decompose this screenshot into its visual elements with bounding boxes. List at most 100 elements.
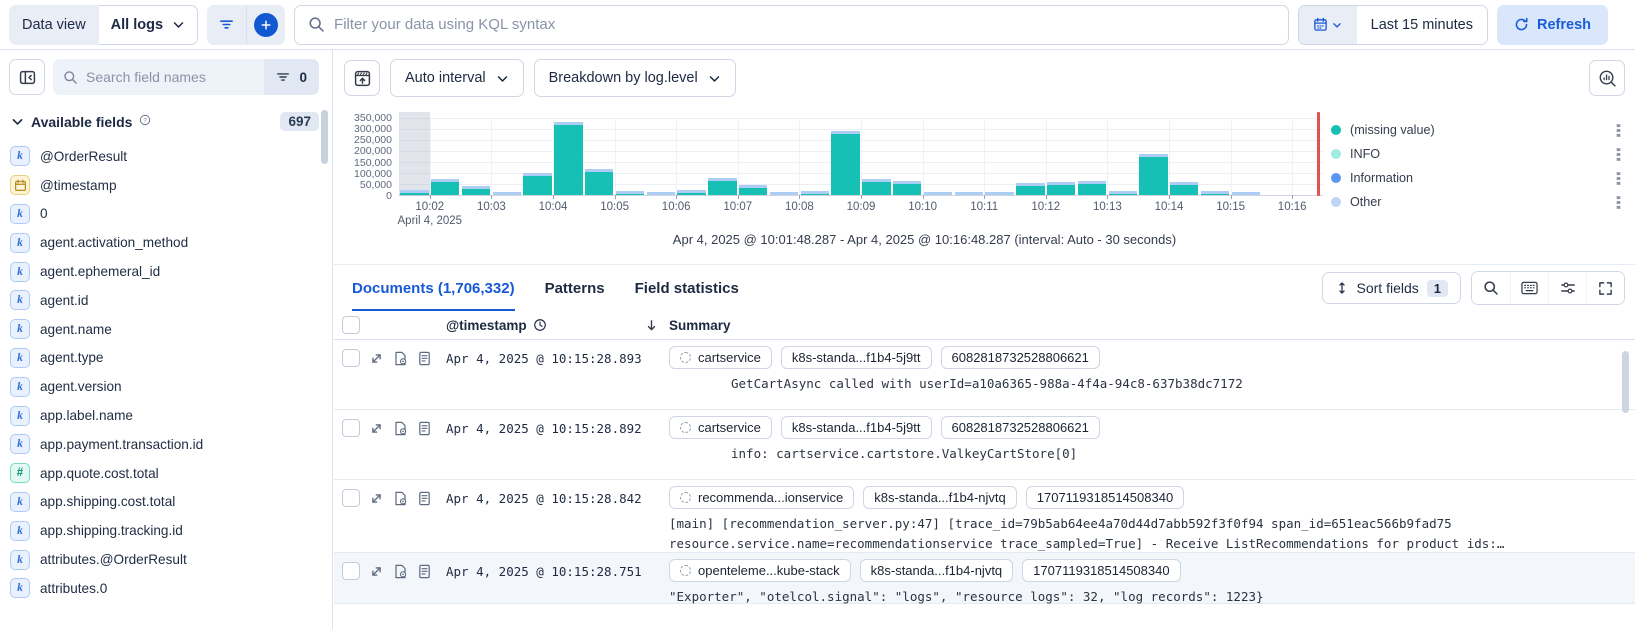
expand-document-icon[interactable] [369, 564, 384, 579]
kql-search-bar[interactable] [294, 5, 1289, 45]
summary-badge[interactable]: k8s-standa...f1b4-5j9tt [781, 346, 932, 369]
field-item[interactable]: # app.quote.cost.total [10, 459, 318, 488]
fullscreen-icon[interactable] [1586, 272, 1624, 304]
row-checkbox[interactable] [342, 419, 360, 437]
doc-viewer-icon[interactable] [417, 421, 432, 436]
histogram-bar[interactable] [739, 185, 767, 195]
histogram-bar[interactable] [431, 179, 459, 196]
histogram-bar[interactable] [862, 179, 890, 196]
field-search-input[interactable] [86, 69, 256, 85]
field-item[interactable]: k 0 [10, 200, 318, 229]
histogram-bar[interactable] [1139, 154, 1167, 195]
document-row[interactable]: Apr 4, 2025 @ 10:15:28.893 cartservicek8… [334, 340, 1635, 410]
field-filter-control[interactable]: 0 [264, 59, 319, 95]
keyboard-icon[interactable] [1510, 272, 1548, 304]
summary-badge[interactable]: 1707119318514508340 [1026, 486, 1184, 509]
doc-viewer-icon[interactable] [417, 491, 432, 506]
refresh-button[interactable]: Refresh [1497, 5, 1608, 45]
tab-patterns[interactable]: Patterns [545, 265, 605, 311]
breakdown-dropdown[interactable]: Breakdown by log.level [534, 59, 736, 97]
legend-actions-icon[interactable] [1614, 147, 1623, 162]
histogram-bar[interactable] [616, 191, 644, 195]
field-item[interactable]: k agent.id [10, 286, 318, 315]
histogram-bar[interactable] [1232, 192, 1260, 195]
summary-badge[interactable]: 6082818732528806621 [941, 346, 1100, 369]
summary-badge[interactable]: k8s-standa...f1b4-njvtq [863, 486, 1017, 509]
degraded-doc-icon[interactable] [393, 491, 408, 506]
histogram-bar[interactable] [554, 122, 582, 195]
row-checkbox[interactable] [342, 489, 360, 507]
histogram-bar[interactable] [770, 192, 798, 195]
histogram-plot[interactable]: 10:02 10:03 10:04 10:05 10:06 10:07 10:0… [399, 118, 1323, 196]
doc-viewer-icon[interactable] [417, 564, 432, 579]
timestamp-column-header[interactable]: @timestamp [446, 318, 547, 333]
histogram-bar[interactable] [955, 192, 983, 195]
expand-document-icon[interactable] [369, 351, 384, 366]
summary-badge[interactable]: 6082818732528806621 [941, 416, 1100, 439]
histogram-bar[interactable] [1047, 182, 1075, 195]
summary-badge[interactable]: cartservice [669, 346, 772, 369]
sidebar-scrollbar[interactable] [321, 110, 328, 164]
summary-badge[interactable]: cartservice [669, 416, 772, 439]
legend-item[interactable]: Information [1331, 166, 1623, 190]
filter-icon[interactable] [207, 5, 246, 45]
field-item[interactable]: k agent.version [10, 372, 318, 401]
histogram-bar[interactable] [400, 190, 428, 196]
data-view-picker[interactable]: All logs [99, 5, 198, 45]
histogram-bar[interactable] [677, 190, 705, 195]
time-range-value[interactable]: Last 15 minutes [1357, 6, 1487, 44]
field-item[interactable]: @timestamp [10, 171, 318, 200]
field-item[interactable]: k attributes.@OrderResult [10, 545, 318, 574]
select-all-checkbox[interactable] [342, 316, 360, 334]
document-row[interactable]: Apr 4, 2025 @ 10:15:28.892 cartservicek8… [334, 410, 1635, 480]
histogram-bar[interactable] [924, 192, 952, 195]
sort-direction-icon[interactable] [644, 318, 659, 333]
legend-actions-icon[interactable] [1614, 123, 1623, 138]
data-view-control[interactable]: Data view All logs [9, 5, 198, 45]
summary-badge[interactable]: openteleme...kube-stack [669, 559, 851, 582]
histogram-bar[interactable] [1078, 181, 1106, 195]
expand-document-icon[interactable] [369, 421, 384, 436]
legend-item[interactable]: INFO [1331, 142, 1623, 166]
kql-input[interactable] [334, 16, 1275, 33]
field-item[interactable]: k agent.type [10, 344, 318, 373]
tab-field-statistics[interactable]: Field statistics [635, 265, 739, 311]
histogram-bar[interactable] [462, 186, 490, 195]
field-item[interactable]: k attributes.0 [10, 574, 318, 603]
legend-item[interactable]: (missing value) [1331, 118, 1623, 142]
field-item[interactable]: k app.label.name [10, 401, 318, 430]
summary-column-header[interactable]: Summary [669, 318, 731, 333]
doc-viewer-icon[interactable] [417, 351, 432, 366]
histogram-bar[interactable] [831, 131, 859, 195]
field-item[interactable]: k agent.ephemeral_id [10, 257, 318, 286]
field-item[interactable]: k agent.name [10, 315, 318, 344]
histogram-bar[interactable] [647, 192, 675, 195]
histogram-bar[interactable] [523, 173, 551, 195]
field-item[interactable]: k app.shipping.cost.total [10, 488, 318, 517]
collapse-sidebar-button[interactable] [9, 59, 45, 95]
sort-fields-button[interactable]: Sort fields 1 [1322, 272, 1461, 304]
summary-badge[interactable]: 1707119318514508340 [1022, 559, 1180, 582]
histogram-bar[interactable] [1201, 191, 1229, 195]
search-in-table-icon[interactable] [1472, 272, 1510, 304]
summary-badge[interactable]: k8s-standa...f1b4-njvtq [860, 559, 1014, 582]
summary-badge[interactable]: k8s-standa...f1b4-5j9tt [781, 416, 932, 439]
display-options-icon[interactable] [1548, 272, 1586, 304]
document-row[interactable]: Apr 4, 2025 @ 10:15:28.751 openteleme...… [334, 553, 1635, 604]
available-fields-header[interactable]: Available fields ? 697 [0, 103, 332, 135]
field-item[interactable]: k @OrderResult [10, 142, 318, 171]
legend-actions-icon[interactable] [1614, 171, 1623, 186]
legend-actions-icon[interactable] [1614, 195, 1623, 210]
histogram-bar[interactable] [493, 192, 521, 195]
histogram-bar[interactable] [1016, 183, 1044, 195]
edit-visualization-icon[interactable] [344, 60, 380, 96]
document-row[interactable]: Apr 4, 2025 @ 10:15:28.842 recommenda...… [334, 480, 1635, 553]
degraded-doc-icon[interactable] [393, 564, 408, 579]
chart-inspect-icon[interactable] [1589, 60, 1625, 96]
field-item[interactable]: k agent.activation_method [10, 228, 318, 257]
add-filter-button[interactable] [246, 5, 285, 45]
field-search[interactable]: 0 [53, 59, 319, 95]
histogram-bar[interactable] [1109, 191, 1137, 195]
histogram-bar[interactable] [585, 169, 613, 195]
field-item[interactable]: k app.shipping.tracking.id [10, 516, 318, 545]
